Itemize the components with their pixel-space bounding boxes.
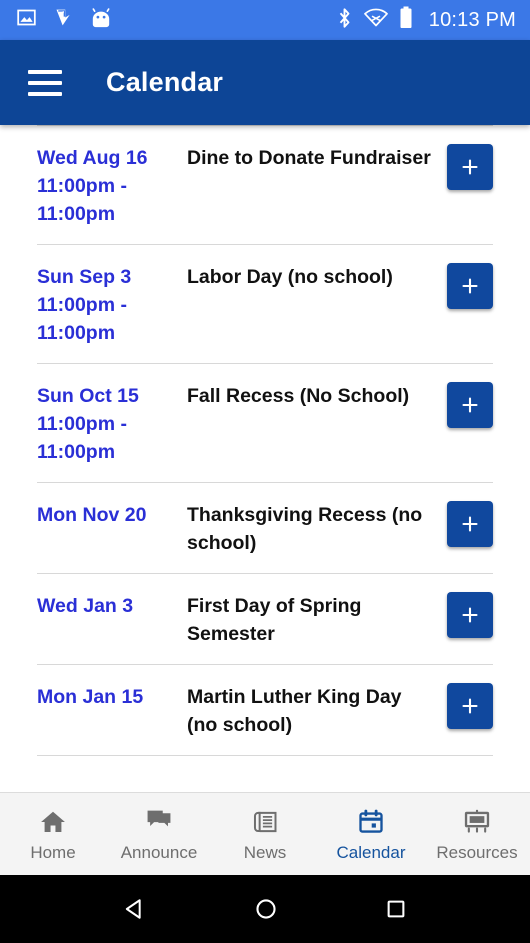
table-row[interactable]: Sun Oct 15 11:00pm - 11:00pm Fall Recess… xyxy=(0,364,530,482)
status-bar-left-icons xyxy=(16,7,112,33)
page-title: Calendar xyxy=(106,67,224,97)
event-date: Mon Jan 15 xyxy=(37,681,187,711)
table-row[interactable]: Mon Jan 15 Martin Luther King Day (no sc… xyxy=(0,665,530,755)
android-head-icon xyxy=(90,7,112,33)
event-date-day: Mon Nov 20 xyxy=(37,504,147,526)
table-row[interactable]: Wed Aug 16 11:00pm - 11:00pm Dine to Don… xyxy=(0,126,530,244)
tab-calendar[interactable]: Calendar xyxy=(318,793,424,875)
tab-resources[interactable]: Resources xyxy=(424,793,530,875)
add-event-button[interactable] xyxy=(447,592,493,638)
status-bar: 10:13 PM xyxy=(0,0,530,40)
app-bar: Calendar xyxy=(0,40,530,125)
tab-home[interactable]: Home xyxy=(0,793,106,875)
event-time-range: 11:00pm - 11:00pm xyxy=(37,294,127,344)
list-divider xyxy=(37,755,493,756)
status-bar-right-icons: 10:13 PM xyxy=(336,6,516,34)
event-title: Dine to Donate Fundraiser xyxy=(187,147,431,169)
add-event-button[interactable] xyxy=(447,501,493,547)
event-date-day: Wed Aug 16 xyxy=(37,147,148,169)
playstore-update-icon xyxy=(53,7,74,33)
presentation-icon xyxy=(462,807,492,837)
tab-label: Home xyxy=(30,842,76,862)
event-date: Wed Aug 16 11:00pm - 11:00pm xyxy=(37,142,187,228)
event-title: Fall Recess (No School) xyxy=(187,385,410,407)
bluetooth-icon xyxy=(336,7,353,34)
event-date: Mon Nov 20 xyxy=(37,499,187,529)
back-triangle-icon[interactable] xyxy=(121,895,149,923)
calendar-icon xyxy=(356,807,386,837)
bottom-navigation-bar: Home Announce News Calendar Resources xyxy=(0,792,530,875)
event-date-day: Sun Oct 15 xyxy=(37,385,139,407)
home-icon xyxy=(38,807,68,837)
event-date: Wed Jan 3 xyxy=(37,590,187,620)
tab-news[interactable]: News xyxy=(212,793,318,875)
event-date-day: Wed Jan 3 xyxy=(37,595,134,617)
event-date: Sun Sep 3 11:00pm - 11:00pm xyxy=(37,261,187,347)
battery-full-icon xyxy=(399,6,413,34)
event-title: Thanksgiving Recess (no school) xyxy=(187,504,423,554)
recents-square-icon[interactable] xyxy=(383,896,409,922)
image-icon xyxy=(16,7,37,33)
phone-screen: 10:13 PM Calendar Wed Aug 16 11:00pm - 1… xyxy=(0,0,530,943)
home-circle-icon[interactable] xyxy=(252,895,280,923)
chat-bubbles-icon xyxy=(144,807,174,837)
event-time-range: 11:00pm - 11:00pm xyxy=(37,413,127,463)
add-event-button[interactable] xyxy=(447,144,493,190)
tab-label: Announce xyxy=(120,842,198,862)
add-event-button[interactable] xyxy=(447,382,493,428)
hamburger-menu-icon[interactable] xyxy=(28,69,62,96)
newspaper-icon xyxy=(250,807,280,837)
table-row[interactable]: Mon Nov 20 Thanksgiving Recess (no schoo… xyxy=(0,483,530,573)
event-date-day: Sun Sep 3 xyxy=(37,266,132,288)
event-title: Labor Day (no school) xyxy=(187,266,393,288)
tab-label: News xyxy=(243,842,287,862)
tab-label: Resources xyxy=(436,842,518,862)
event-title: First Day of Spring Semester xyxy=(187,595,362,645)
tab-announce[interactable]: Announce xyxy=(106,793,212,875)
event-date: Sun Oct 15 11:00pm - 11:00pm xyxy=(37,380,187,466)
table-row[interactable]: Sun Sep 3 11:00pm - 11:00pm Labor Day (n… xyxy=(0,245,530,363)
event-date-day: Mon Jan 15 xyxy=(37,686,144,708)
calendar-event-list[interactable]: Wed Aug 16 11:00pm - 11:00pm Dine to Don… xyxy=(0,125,530,792)
event-title: Martin Luther King Day (no school) xyxy=(187,686,402,736)
tab-label: Calendar xyxy=(336,842,406,862)
add-event-button[interactable] xyxy=(447,263,493,309)
android-system-nav xyxy=(0,875,530,943)
add-event-button[interactable] xyxy=(447,683,493,729)
table-row[interactable]: Wed Jan 3 First Day of Spring Semester xyxy=(0,574,530,664)
event-time-range: 11:00pm - 11:00pm xyxy=(37,175,127,225)
wifi-off-icon xyxy=(363,8,388,32)
status-bar-clock: 10:13 PM xyxy=(428,8,516,31)
